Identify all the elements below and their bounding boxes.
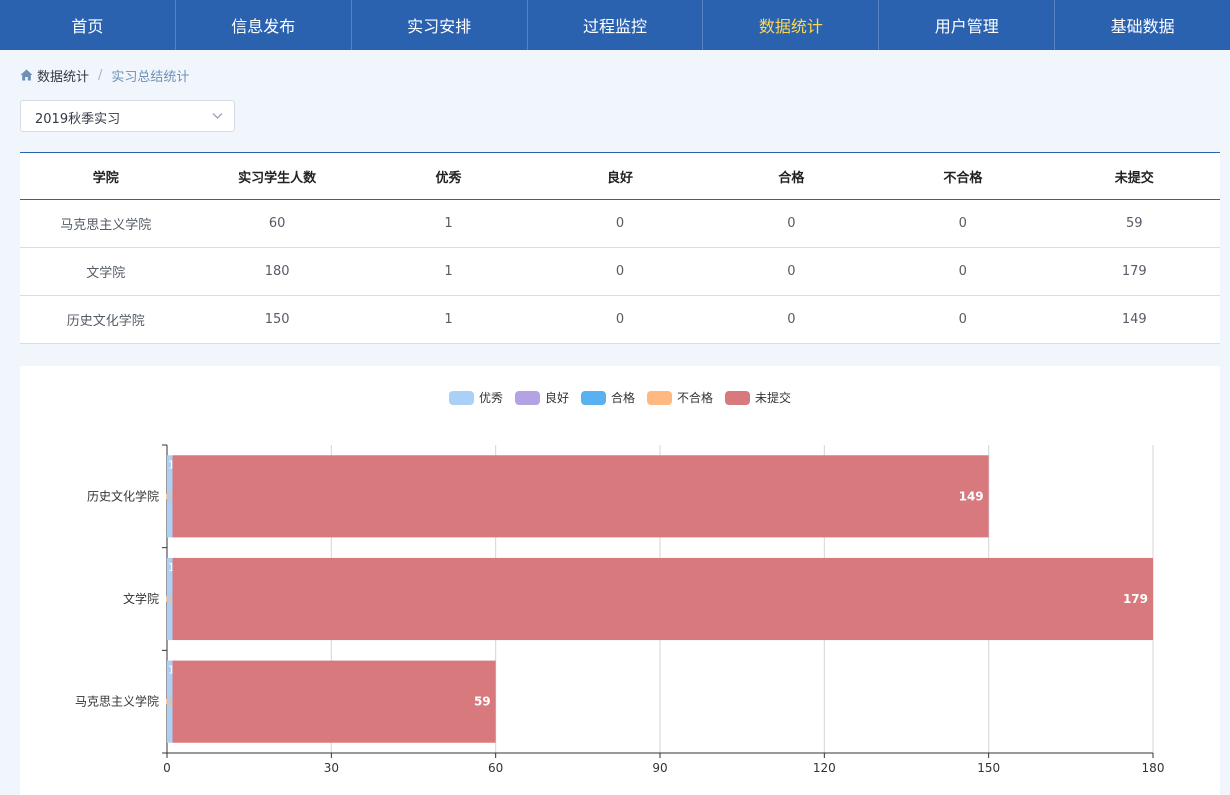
table-cell: 60	[268, 216, 286, 231]
col-header-not-submitted: 未提交	[1114, 170, 1154, 186]
table-cell: 0	[615, 264, 625, 279]
bar-series-4	[172, 660, 496, 743]
nav-item-basic-data[interactable]: 基础数据	[1054, 0, 1230, 50]
data-label: 0	[165, 593, 172, 606]
nav-item-info-publish[interactable]: 信息发布	[174, 0, 351, 50]
table-cell: 1	[444, 264, 453, 279]
table-cell: 0	[615, 312, 625, 327]
term-select-value: 2019秋季实习	[35, 112, 121, 127]
col-header-student-count: 实习学生人数	[238, 170, 317, 186]
x-tick-label: 0	[163, 761, 171, 775]
term-select[interactable]: 2019秋季实习	[20, 100, 235, 132]
bar-series-4	[172, 455, 989, 538]
stacked-bar-chart: 0 30 60 90 120 150 180马克思主义学院10 59文学院10 179历史文化学…	[75, 444, 1165, 775]
table-cell: 文学院	[86, 266, 126, 281]
table-cell: 马克思主义学院	[60, 218, 152, 233]
nav-item-internship-arrangement[interactable]: 实习安排	[350, 0, 527, 50]
x-tick-label: 60	[488, 761, 503, 775]
table-header-row: 学院 实习学生人数 优秀 良好 合格 不合格 未提交	[20, 152, 1220, 200]
breadcrumb: 数据统计 / 实习总结统计	[20, 66, 190, 85]
table-cell: 0	[958, 216, 967, 231]
col-header-good: 良好	[606, 170, 633, 186]
nav-item-user-management[interactable]: 用户管理	[878, 0, 1054, 50]
y-category-label: 马克思主义学院	[75, 694, 159, 709]
home-icon	[20, 69, 33, 81]
table-row: 历史文化学院 150 1 0 0 0 149	[20, 296, 1220, 344]
table-cell: 0	[958, 264, 967, 279]
table-row: 文学院 180 1 0 0 0 179	[20, 248, 1220, 296]
x-tick-label: 90	[652, 761, 667, 775]
table-cell: 1	[444, 312, 453, 327]
data-label: 59	[474, 695, 491, 709]
table-cell: 59	[1125, 216, 1143, 231]
x-tick-label: 120	[813, 761, 836, 775]
x-tick-label: 180	[1142, 761, 1165, 775]
top-nav: 首页 信息发布 实习安排 过程监控 数据统计 用户管理 基础数据	[0, 0, 1230, 50]
table-cell: 0	[958, 312, 967, 327]
data-label: 0	[165, 490, 172, 503]
table-cell: 1	[444, 216, 453, 231]
breadcrumb-current: 实习总结统计	[111, 69, 190, 85]
table-cell: 150	[264, 312, 290, 327]
y-category-label: 历史文化学院	[87, 488, 159, 503]
table-cell: 历史文化学院	[66, 314, 145, 329]
data-label: 149	[959, 489, 984, 503]
chevron-down-icon	[212, 113, 223, 119]
chart-panel: 优秀 良好 合格 不合格 未提交 0 30 60 90 120 150 180 马克思主义学院 1 0 59…	[20, 366, 1220, 795]
y-category-label: 文学院	[123, 591, 159, 606]
x-tick-label: 30	[324, 761, 339, 775]
table-cell: 0	[787, 312, 796, 327]
table-cell: 0	[787, 216, 796, 231]
breadcrumb-data-statistics[interactable]: 数据统计	[37, 66, 89, 85]
table-cell: 0	[615, 216, 625, 231]
table-cell: 180	[264, 264, 290, 279]
table-cell: 0	[787, 264, 796, 279]
nav-item-data-statistics[interactable]: 数据统计	[702, 0, 878, 50]
table-row: 马克思主义学院 60 1 0 0 0 59	[20, 200, 1220, 248]
table-cell: 179	[1121, 264, 1147, 279]
data-label: 0	[165, 696, 172, 709]
data-label: 179	[1123, 592, 1148, 606]
breadcrumb-separator: /	[98, 67, 103, 83]
nav-item-home[interactable]: 首页	[0, 0, 175, 50]
nav-item-process-monitoring[interactable]: 过程监控	[526, 0, 703, 50]
table-cell: 149	[1121, 312, 1147, 327]
x-tick-label: 150	[977, 761, 1000, 775]
stats-table: 学院 实习学生人数 优秀 良好 合格 不合格 未提交 马克思主义学院 60 1 …	[20, 152, 1220, 344]
col-header-fail: 不合格	[943, 170, 983, 186]
col-header-excellent: 优秀	[435, 170, 462, 186]
col-header-college: 学院	[92, 170, 119, 186]
col-header-pass: 合格	[778, 170, 805, 186]
bar-series-4	[172, 557, 1153, 641]
